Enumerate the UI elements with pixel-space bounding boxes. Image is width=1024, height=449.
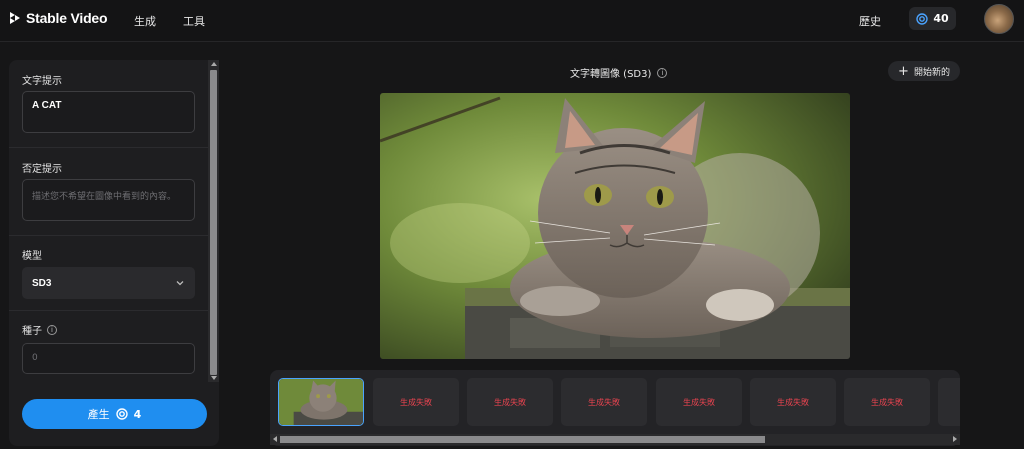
credits-badge[interactable]: 40 (909, 7, 956, 30)
thumbnail-partial[interactable] (938, 378, 960, 426)
generate-button[interactable]: 產生 4 (22, 399, 207, 429)
seed-input[interactable]: 0 (22, 343, 195, 374)
failed-label: 生成失敗 (683, 397, 715, 407)
model-label: 模型 (22, 251, 42, 262)
failed-label: 生成失敗 (494, 397, 526, 407)
failed-label: 生成失敗 (871, 397, 903, 407)
cat-thumbnail (279, 379, 363, 425)
info-icon[interactable]: i (657, 67, 668, 78)
nav-generate[interactable]: 生成 (134, 13, 156, 29)
thumbnail-failed[interactable]: 生成失敗 (561, 378, 647, 426)
app-name: Stable Video (26, 10, 108, 26)
model-section: 模型 SD3 (9, 236, 208, 311)
prompt-value: A CAT (32, 100, 62, 111)
nav-tools[interactable]: 工具 (183, 13, 205, 29)
thumbnail-failed[interactable]: 生成失敗 (467, 378, 553, 426)
scroll-thumb[interactable] (210, 70, 217, 375)
failed-label: 生成失敗 (588, 397, 620, 407)
play-logo-icon (10, 12, 20, 24)
chevron-down-icon (176, 281, 184, 286)
credits-icon (916, 12, 929, 25)
failed-label: 生成失敗 (400, 397, 432, 407)
canvas-title-row: 文字轉圖像 (SD3) i (570, 65, 668, 80)
start-new-button[interactable]: + 開始新的 (888, 61, 960, 81)
plus-icon: + (898, 63, 909, 79)
settings-panel: 文字提示 A CAT 否定提示 描述您不希望在圖像中看到的內容。 模型 SD3 … (9, 60, 219, 446)
failed-label: 生成失敗 (777, 397, 809, 407)
seed-label-row: 種子 i (22, 322, 57, 337)
scroll-down-icon[interactable] (211, 376, 217, 380)
user-avatar[interactable] (984, 4, 1014, 34)
negative-section: 否定提示 描述您不希望在圖像中看到的內容。 (9, 148, 208, 236)
seed-section: 種子 i 0 (9, 311, 208, 383)
scroll-thumb[interactable] (280, 436, 765, 443)
thumbnail-failed[interactable]: 生成失敗 (844, 378, 930, 426)
scroll-left-icon[interactable] (273, 436, 277, 442)
generated-image[interactable] (380, 93, 850, 359)
prompt-label: 文字提示 (22, 76, 62, 87)
credits-count: 40 (933, 12, 949, 25)
generate-label: 產生 (87, 408, 110, 421)
negative-prompt-input[interactable]: 描述您不希望在圖像中看到的內容。 (22, 179, 195, 221)
prompt-input[interactable]: A CAT (22, 91, 195, 133)
canvas-title: 文字轉圖像 (SD3) (570, 69, 652, 80)
thumbnail-failed[interactable]: 生成失敗 (656, 378, 742, 426)
nav-history[interactable]: 歷史 (859, 13, 881, 29)
scroll-right-icon[interactable] (953, 436, 957, 442)
scroll-up-icon[interactable] (211, 62, 217, 66)
seed-placeholder: 0 (32, 353, 38, 363)
negative-label: 否定提示 (22, 164, 62, 175)
thumbnail-failed[interactable]: 生成失敗 (750, 378, 836, 426)
model-value: SD3 (32, 277, 52, 289)
negative-placeholder: 描述您不希望在圖像中看到的內容。 (32, 192, 177, 202)
top-bar: Stable Video 生成 工具 歷史 40 (0, 0, 1024, 42)
thumbnail-scrollbar[interactable] (270, 434, 960, 445)
generate-cost: 4 (133, 407, 142, 421)
seed-label: 種子 (22, 326, 42, 337)
model-select[interactable]: SD3 (22, 267, 195, 299)
info-icon[interactable]: i (47, 324, 57, 335)
start-new-label: 開始新的 (913, 67, 950, 78)
cat-image (380, 93, 850, 359)
credits-icon (115, 408, 128, 420)
prompt-section: 文字提示 A CAT (9, 60, 208, 148)
thumbnail-selected[interactable] (278, 378, 364, 426)
panel-scrollbar[interactable] (208, 60, 219, 382)
thumbnail-failed[interactable]: 生成失敗 (373, 378, 459, 426)
app-logo[interactable]: Stable Video (8, 10, 108, 26)
